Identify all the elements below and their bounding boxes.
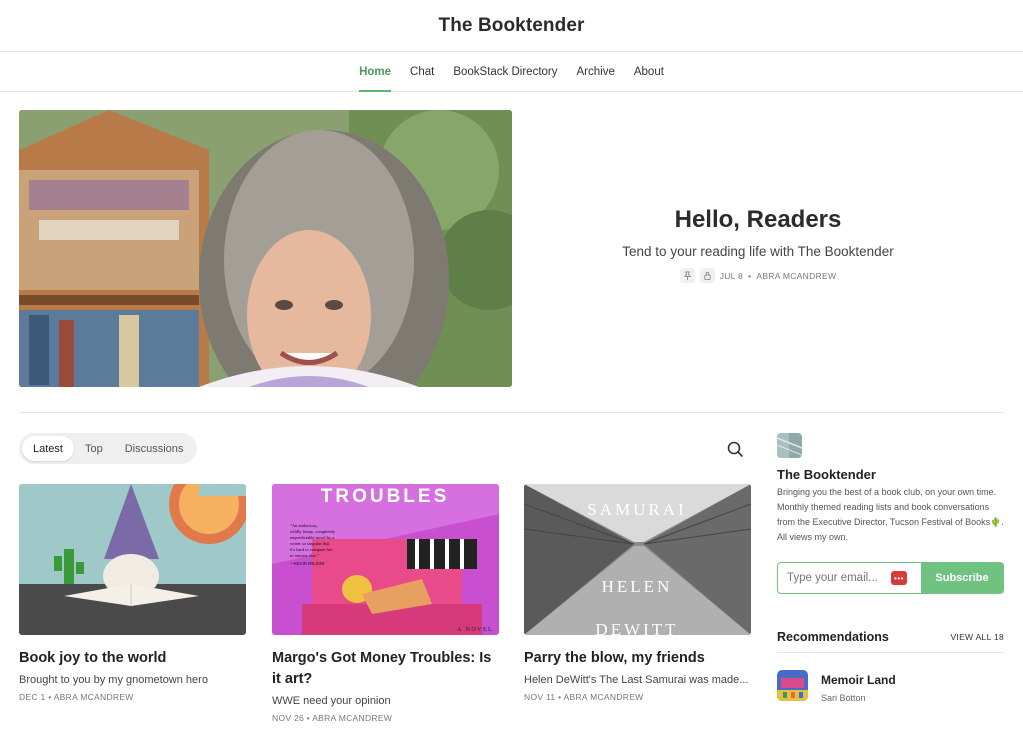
hero-author[interactable]: ABRA MCANDREW: [756, 271, 836, 281]
recommendation-author: Sari Botton: [821, 693, 866, 703]
post-date: NOV 26: [272, 713, 305, 723]
post-subtitle: WWE need your opinion: [272, 695, 391, 707]
recommendations-title: Recommendations: [777, 630, 889, 644]
post-card[interactable]: Book joy to the world Brought to you by …: [19, 484, 246, 702]
tab-discussions[interactable]: Discussions: [114, 436, 195, 461]
post-meta: NOV 26 • ABRA MCANDREW: [272, 713, 393, 723]
recommendation-item[interactable]: Memoir Land Sari Botton: [777, 670, 1004, 703]
nav-home[interactable]: Home: [359, 52, 391, 92]
post-subtitle: Helen DeWitt's The Last Samurai was made…: [524, 674, 749, 686]
tab-top[interactable]: Top: [74, 436, 114, 461]
hero-date: JUL 8: [719, 270, 744, 281]
book-cover-credit: —KEVIN WILSON: [290, 561, 324, 566]
recommendation-name[interactable]: Memoir Land: [821, 673, 896, 687]
post-tabs: Latest Top Discussions: [19, 433, 198, 464]
svg-text:unpredictable novel by a: unpredictable novel by a: [290, 535, 334, 540]
hero-subtitle: Tend to your reading life with The Bookt…: [622, 244, 894, 259]
recommendations-header: Recommendations VIEW ALL 18: [777, 630, 1004, 653]
section-divider: [19, 412, 1004, 413]
post-date: NOV 11: [524, 692, 556, 702]
svg-text:writer so singular that: writer so singular that: [290, 541, 330, 546]
main-nav: Home Chat BookStack Directory Archive Ab…: [0, 52, 1023, 92]
post-title[interactable]: Parry the blow, my friends: [524, 648, 751, 669]
search-icon[interactable]: [726, 440, 744, 458]
post-author[interactable]: ABRA MCANDREW: [312, 713, 392, 723]
post-meta: NOV 11 • ABRA MCANDREW: [524, 692, 644, 702]
subscribe-button[interactable]: Subscribe: [921, 563, 1003, 593]
post-thumbnail-samurai[interactable]: SAMURAI HELEN DEWITT: [524, 484, 751, 635]
hero-text: Hello, Readers Tend to your reading life…: [512, 110, 1004, 387]
nav-about[interactable]: About: [634, 52, 664, 91]
post-title[interactable]: Margo's Got Money Troubles: Is it art?: [272, 648, 499, 690]
samurai-cover-author: HELEN: [602, 577, 673, 596]
post-title[interactable]: Book joy to the world: [19, 648, 246, 669]
book-cover-tag: A NOVEL: [457, 627, 493, 633]
hero-meta: JUL 8 • ABRA MCANDREW: [512, 268, 1004, 283]
samurai-cover-title: SAMURAI: [587, 500, 686, 519]
post-subtitle: Brought to you by my gnometown hero: [19, 674, 208, 686]
post-card[interactable]: TROUBLES "An audacious, wildly funny, co…: [272, 484, 499, 723]
nav-bookstack-directory[interactable]: BookStack Directory: [453, 52, 557, 91]
svg-text:it's hard to compare her: it's hard to compare her: [290, 547, 333, 552]
post-date: DEC 1: [19, 692, 46, 702]
publication-description: Bringing you the best of a book club, on…: [777, 487, 1004, 542]
svg-text:to anyone else.": to anyone else.": [290, 553, 319, 558]
book-cover-title: TROUBLES: [321, 486, 450, 507]
publication-logo[interactable]: [777, 433, 802, 458]
email-wrapper: •••: [778, 563, 921, 593]
post-thumbnail-book-cover[interactable]: TROUBLES "An audacious, wildly funny, co…: [272, 484, 499, 635]
samurai-cover-author-last: DEWITT: [595, 620, 678, 635]
password-manager-icon[interactable]: •••: [891, 571, 907, 585]
nav-chat[interactable]: Chat: [410, 52, 434, 91]
lock-icon: [699, 268, 715, 283]
post-meta: DEC 1 • ABRA MCANDREW: [19, 692, 134, 702]
post-author[interactable]: ABRA MCANDREW: [54, 692, 134, 702]
sidebar: The Booktender Bringing you the best of …: [777, 433, 1004, 703]
post-author[interactable]: ABRA MCANDREW: [564, 692, 644, 702]
hero-title[interactable]: Hello, Readers: [512, 206, 1004, 234]
subscribe-form: ••• Subscribe: [777, 562, 1004, 594]
tab-latest[interactable]: Latest: [22, 436, 74, 461]
hero-post: Hello, Readers Tend to your reading life…: [19, 110, 1004, 387]
hero-author-photo[interactable]: [19, 110, 512, 387]
memoir-land-logo[interactable]: [777, 670, 808, 701]
site-title[interactable]: The Booktender: [438, 15, 584, 37]
site-header: The Booktender: [0, 0, 1023, 52]
pin-icon: [679, 268, 695, 283]
nav-archive[interactable]: Archive: [577, 52, 615, 91]
publication-name[interactable]: The Booktender: [777, 467, 1004, 482]
post-card[interactable]: SAMURAI HELEN DEWITT Parry the blow, my …: [524, 484, 751, 702]
post-thumbnail-gnome[interactable]: [19, 484, 246, 635]
view-all-link[interactable]: VIEW ALL 18: [950, 632, 1004, 642]
